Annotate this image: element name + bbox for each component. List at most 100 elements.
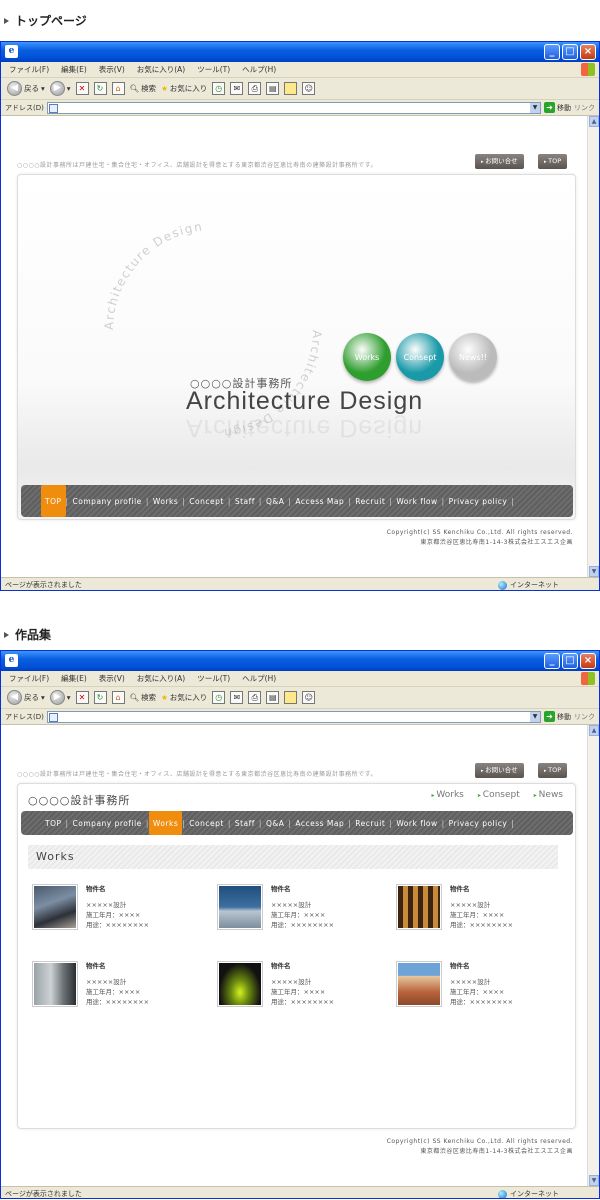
- news-circle-button[interactable]: News!!: [449, 333, 497, 381]
- work-item[interactable]: 物件名 ×××××設計 施工年月：×××× 用途：××××××××: [217, 884, 334, 930]
- maximize-button[interactable]: □: [562, 44, 578, 60]
- messenger-icon[interactable]: ☺: [302, 82, 316, 95]
- nav-concept[interactable]: Concept: [185, 497, 228, 506]
- address-dropdown-icon[interactable]: ▼: [530, 102, 540, 113]
- nav-work-flow[interactable]: Work flow: [392, 497, 441, 506]
- scroll-up-icon[interactable]: ▲: [589, 725, 599, 736]
- refresh-icon[interactable]: ↻: [93, 82, 107, 95]
- header-link-consept[interactable]: ▸ Consept: [478, 790, 520, 800]
- nav-staff[interactable]: Staff: [231, 497, 259, 506]
- discuss-icon[interactable]: [284, 82, 298, 95]
- nav-concept[interactable]: Concept: [185, 819, 228, 828]
- address-input[interactable]: ▼: [46, 101, 541, 114]
- forward-button[interactable]: ▶ ▾: [49, 81, 71, 96]
- menu-help[interactable]: ヘルプ(H): [242, 673, 276, 684]
- header-link-works[interactable]: ▸ Works: [431, 790, 463, 800]
- links-label[interactable]: リンク: [574, 712, 599, 722]
- favorites-button[interactable]: ★ お気に入り: [161, 83, 207, 94]
- nav-access-map[interactable]: Access Map: [291, 497, 348, 506]
- top-button[interactable]: TOP: [538, 154, 568, 169]
- mail-icon[interactable]: ✉: [230, 691, 244, 704]
- home-icon[interactable]: ⌂: [111, 82, 125, 95]
- print-icon[interactable]: ⎙: [248, 691, 262, 704]
- scroll-down-icon[interactable]: ▼: [589, 566, 599, 577]
- work-thumbnail[interactable]: [396, 884, 442, 930]
- menu-tools[interactable]: ツール(T): [197, 673, 230, 684]
- home-icon[interactable]: ⌂: [111, 691, 125, 704]
- close-button[interactable]: ×: [580, 653, 596, 669]
- go-button[interactable]: ➜ 移動: [544, 711, 571, 722]
- search-button[interactable]: 🔍︎ 検索: [130, 83, 157, 94]
- history-icon[interactable]: ◷: [212, 82, 226, 95]
- nav-recruit[interactable]: Recruit: [351, 819, 389, 828]
- nav-top[interactable]: TOP: [41, 819, 66, 828]
- menu-file[interactable]: ファイル(F): [9, 673, 49, 684]
- go-button[interactable]: ➜ 移動: [544, 102, 571, 113]
- back-button[interactable]: ◀ 戻る ▾: [7, 690, 45, 705]
- works-circle-button[interactable]: Works: [343, 333, 391, 381]
- nav-privacy-policy[interactable]: Privacy policy: [445, 497, 512, 506]
- nav-company-profile[interactable]: Company profile: [69, 497, 146, 506]
- nav-works[interactable]: Works: [148, 811, 183, 835]
- work-thumbnail[interactable]: [32, 961, 78, 1007]
- nav-qa[interactable]: Q&A: [262, 819, 288, 828]
- history-icon[interactable]: ◷: [212, 691, 226, 704]
- mail-icon[interactable]: ✉: [230, 82, 244, 95]
- print-icon[interactable]: ⎙: [248, 82, 262, 95]
- work-item[interactable]: 物件名 ×××××設計 施工年月：×××× 用途：××××××××: [396, 884, 513, 930]
- work-thumbnail[interactable]: [32, 884, 78, 930]
- menu-favorites[interactable]: お気に入り(A): [137, 64, 185, 75]
- title-bar[interactable]: e _ □ ×: [1, 651, 599, 671]
- work-thumbnail[interactable]: [217, 961, 263, 1007]
- minimize-button[interactable]: _: [544, 653, 560, 669]
- nav-privacy-policy[interactable]: Privacy policy: [445, 819, 512, 828]
- menu-view[interactable]: 表示(V): [99, 64, 125, 75]
- top-button[interactable]: TOP: [538, 763, 568, 778]
- nav-qa[interactable]: Q&A: [262, 497, 288, 506]
- maximize-button[interactable]: □: [562, 653, 578, 669]
- work-thumbnail[interactable]: [396, 961, 442, 1007]
- close-button[interactable]: ×: [580, 44, 596, 60]
- header-link-news[interactable]: ▸ News: [534, 790, 563, 800]
- address-input[interactable]: ▼: [46, 710, 541, 723]
- work-item[interactable]: 物件名 ×××××設計 施工年月：×××× 用途：××××××××: [32, 884, 149, 930]
- back-button[interactable]: ◀ 戻る ▾: [7, 81, 45, 96]
- menu-file[interactable]: ファイル(F): [9, 64, 49, 75]
- edit-icon[interactable]: ▤: [266, 691, 280, 704]
- nav-works[interactable]: Works: [149, 497, 182, 506]
- consept-circle-button[interactable]: Consept: [396, 333, 444, 381]
- discuss-icon[interactable]: [284, 691, 298, 704]
- nav-company-profile[interactable]: Company profile: [69, 819, 146, 828]
- title-bar[interactable]: e _ □ ×: [1, 42, 599, 62]
- scrollbar[interactable]: ▲ ▼: [587, 725, 599, 1186]
- contact-button[interactable]: お問い合せ: [475, 763, 524, 778]
- stop-icon[interactable]: ✕: [75, 691, 89, 704]
- nav-work-flow[interactable]: Work flow: [392, 819, 441, 828]
- scroll-up-icon[interactable]: ▲: [589, 116, 599, 127]
- minimize-button[interactable]: _: [544, 44, 560, 60]
- work-item[interactable]: 物件名 ×××××設計 施工年月：×××× 用途：××××××××: [217, 961, 334, 1007]
- menu-favorites[interactable]: お気に入り(A): [137, 673, 185, 684]
- work-thumbnail[interactable]: [217, 884, 263, 930]
- address-dropdown-icon[interactable]: ▼: [530, 711, 540, 722]
- refresh-icon[interactable]: ↻: [93, 691, 107, 704]
- edit-icon[interactable]: ▤: [266, 82, 280, 95]
- menu-edit[interactable]: 編集(E): [61, 64, 87, 75]
- menu-edit[interactable]: 編集(E): [61, 673, 87, 684]
- nav-staff[interactable]: Staff: [231, 819, 259, 828]
- menu-tools[interactable]: ツール(T): [197, 64, 230, 75]
- forward-button[interactable]: ▶ ▾: [49, 690, 71, 705]
- favorites-button[interactable]: ★ お気に入り: [161, 692, 207, 703]
- work-item[interactable]: 物件名 ×××××設計 施工年月：×××× 用途：××××××××: [32, 961, 149, 1007]
- scroll-down-icon[interactable]: ▼: [589, 1175, 599, 1186]
- stop-icon[interactable]: ✕: [75, 82, 89, 95]
- menu-view[interactable]: 表示(V): [99, 673, 125, 684]
- nav-top[interactable]: TOP: [41, 485, 66, 517]
- nav-access-map[interactable]: Access Map: [291, 819, 348, 828]
- menu-help[interactable]: ヘルプ(H): [242, 64, 276, 75]
- search-button[interactable]: 🔍︎ 検索: [130, 692, 157, 703]
- scrollbar[interactable]: ▲ ▼: [587, 116, 599, 577]
- messenger-icon[interactable]: ☺: [302, 691, 316, 704]
- contact-button[interactable]: お問い合せ: [475, 154, 524, 169]
- links-label[interactable]: リンク: [574, 103, 599, 113]
